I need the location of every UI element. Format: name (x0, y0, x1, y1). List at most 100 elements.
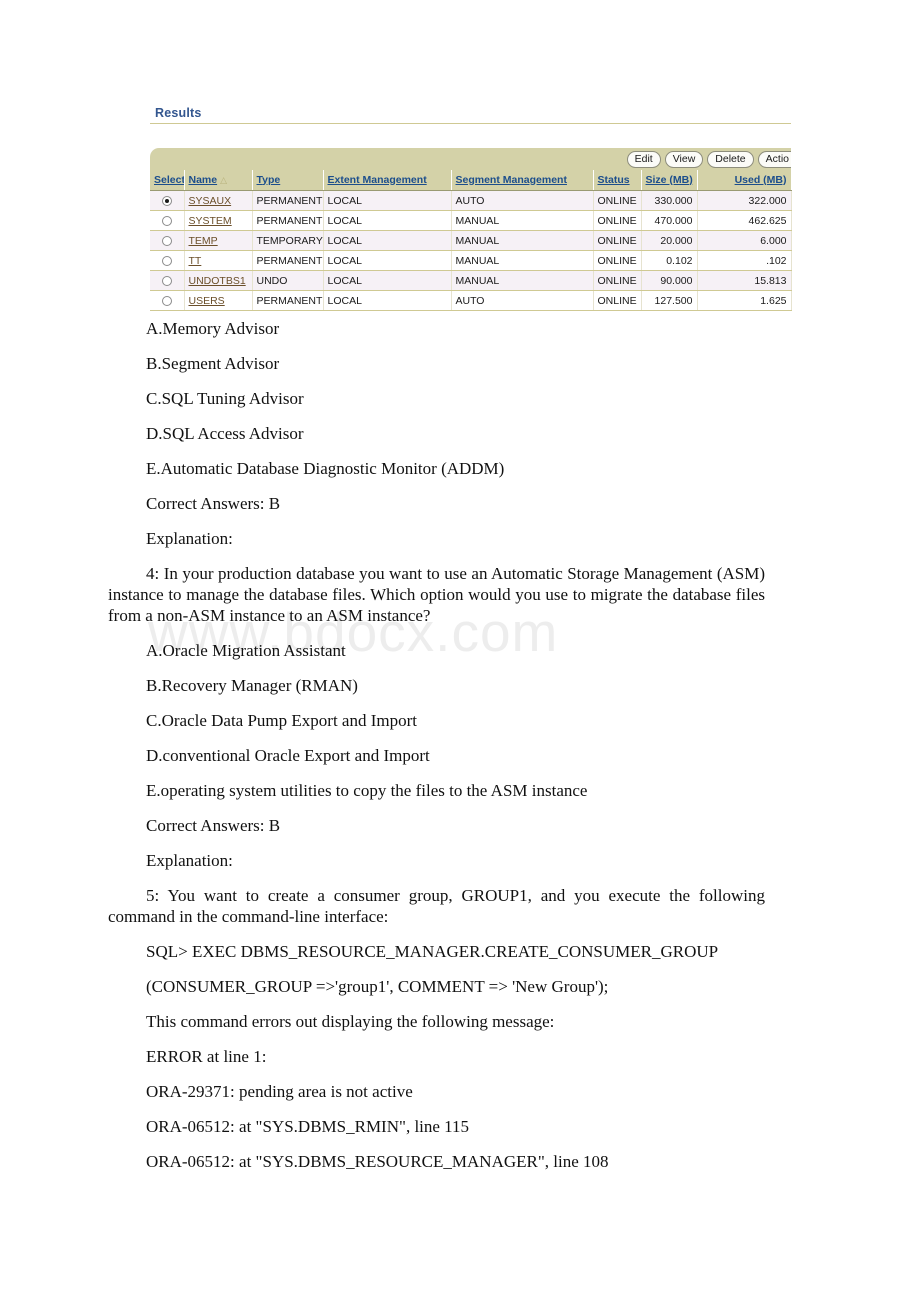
cell-status: ONLINE (593, 290, 642, 311)
q5-error-line-2: ORA-29371: pending area is not active (146, 1082, 413, 1101)
q3-correct-answers: Correct Answers: B (146, 494, 281, 513)
cell-type: UNDO (252, 270, 324, 291)
row-radio-button[interactable] (161, 255, 172, 266)
tablespace-link[interactable]: TT (189, 255, 202, 267)
q3-option-c: C.SQL Tuning Advisor (146, 389, 304, 408)
cell-type: TEMPORARY (252, 230, 324, 251)
cell-extent-management: LOCAL (323, 230, 452, 251)
cell-status: ONLINE (593, 230, 642, 251)
document-page: www.bdocx.com Results Edit View Delete A… (0, 0, 920, 1302)
table-row: SYSTEM PERMANENT LOCAL MANUAL ONLINE 470… (150, 210, 792, 231)
cell-segment-management: MANUAL (451, 270, 594, 291)
q5-sql-line-2: (CONSUMER_GROUP =>'group1', COMMENT => '… (146, 977, 609, 996)
tablespace-link[interactable]: SYSAUX (189, 195, 232, 207)
tablespaces-table-body: SYSAUX PERMANENT LOCAL AUTO ONLINE 330.0… (150, 190, 792, 311)
row-select-cell[interactable] (150, 250, 185, 271)
q3-option-b: B.Segment Advisor (146, 354, 280, 373)
cell-size-mb: 470.000 (641, 210, 698, 231)
cell-status: ONLINE (593, 210, 642, 231)
row-select-cell[interactable] (150, 230, 185, 251)
cell-status: ONLINE (593, 270, 642, 291)
q5-error-line-3: ORA-06512: at "SYS.DBMS_RMIN", line 115 (146, 1117, 470, 1136)
row-radio-button[interactable] (161, 295, 172, 306)
column-header-status[interactable]: Status (593, 170, 642, 191)
q3-option-a: A.Memory Advisor (146, 319, 280, 338)
tablespace-link[interactable]: SYSTEM (189, 215, 232, 227)
table-row: SYSAUX PERMANENT LOCAL AUTO ONLINE 330.0… (150, 190, 792, 211)
cell-segment-management: MANUAL (451, 230, 594, 251)
tablespace-link[interactable]: TEMP (189, 235, 218, 247)
cell-name: USERS (184, 290, 253, 311)
cell-name: TEMP (184, 230, 253, 251)
cell-size-mb: 0.102 (641, 250, 698, 271)
column-header-type[interactable]: Type (252, 170, 324, 191)
view-button[interactable]: View (664, 150, 704, 168)
cell-used-mb: .102 (697, 250, 792, 271)
cell-size-mb: 90.000 (641, 270, 698, 291)
cell-name: SYSTEM (184, 210, 253, 231)
table-row: TT PERMANENT LOCAL MANUAL ONLINE 0.102 .… (150, 250, 792, 271)
cell-size-mb: 330.000 (641, 190, 698, 211)
cell-extent-management: LOCAL (323, 250, 452, 271)
column-header-segment-management[interactable]: Segment Management (451, 170, 594, 191)
cell-used-mb: 462.625 (697, 210, 792, 231)
edit-button[interactable]: Edit (626, 150, 661, 168)
tablespace-link[interactable]: USERS (189, 295, 225, 307)
column-header-size-mb[interactable]: Size (MB) (641, 170, 698, 191)
cell-used-mb: 6.000 (697, 230, 792, 251)
column-header-extent-management[interactable]: Extent Management (323, 170, 452, 191)
column-header-select[interactable]: Select (150, 170, 185, 191)
cell-extent-management: LOCAL (323, 270, 452, 291)
column-header-name[interactable]: Name △ (184, 170, 253, 191)
row-radio-button[interactable] (161, 275, 172, 286)
q5-error-intro: This command errors out displaying the f… (146, 1012, 555, 1031)
cell-segment-management: MANUAL (451, 210, 594, 231)
cell-extent-management: LOCAL (323, 290, 452, 311)
tablespace-link[interactable]: UNDOTBS1 (189, 275, 246, 287)
q3-option-e: E.Automatic Database Diagnostic Monitor … (146, 459, 505, 478)
cell-type: PERMANENT (252, 250, 324, 271)
cell-used-mb: 15.813 (697, 270, 792, 291)
sort-ascending-icon[interactable]: △ (220, 175, 227, 186)
tablespaces-table: Select Name △ Type Extent Management Segm… (150, 170, 792, 311)
cell-status: ONLINE (593, 250, 642, 271)
table-header-row: Select Name △ Type Extent Management Segm… (150, 170, 792, 191)
oracle-em-results-screenshot: Results Edit View Delete Actio Select Na… (150, 106, 792, 311)
row-radio-button[interactable] (161, 195, 172, 206)
row-select-cell[interactable] (150, 210, 185, 231)
table-row: USERS PERMANENT LOCAL AUTO ONLINE 127.50… (150, 290, 792, 311)
q5-error-line-4: ORA-06512: at "SYS.DBMS_RESOURCE_MANAGER… (146, 1152, 609, 1171)
delete-button[interactable]: Delete (707, 150, 754, 168)
cell-segment-management: AUTO (451, 290, 594, 311)
cell-size-mb: 127.500 (641, 290, 698, 311)
cell-extent-management: LOCAL (323, 190, 452, 211)
q4-correct-answers: Correct Answers: B (146, 816, 281, 835)
actions-button[interactable]: Actio (757, 150, 791, 168)
cell-status: ONLINE (593, 190, 642, 211)
cell-type: PERMANENT (252, 290, 324, 311)
q4-option-c: C.Oracle Data Pump Export and Import (146, 711, 417, 730)
cell-name: UNDOTBS1 (184, 270, 253, 291)
table-toolbar: Edit View Delete Actio (150, 148, 791, 170)
q5-error-line-1: ERROR at line 1: (146, 1047, 267, 1066)
table-row: UNDOTBS1 UNDO LOCAL MANUAL ONLINE 90.000… (150, 270, 792, 291)
q4-explanation-label: Explanation: (146, 851, 233, 870)
tablespaces-table-container: Edit View Delete Actio Select Name △ Typ… (150, 148, 792, 311)
cell-used-mb: 322.000 (697, 190, 792, 211)
cell-type: PERMANENT (252, 190, 324, 211)
row-radio-button[interactable] (161, 235, 172, 246)
results-heading: Results (155, 106, 202, 120)
row-select-cell[interactable] (150, 270, 185, 291)
q4-option-a: A.Oracle Migration Assistant (146, 641, 346, 660)
row-select-cell[interactable] (150, 290, 185, 311)
cell-type: PERMANENT (252, 210, 324, 231)
cell-segment-management: AUTO (451, 190, 594, 211)
q3-explanation-label: Explanation: (146, 529, 233, 548)
row-select-cell[interactable] (150, 190, 185, 211)
q4-option-d: D.conventional Oracle Export and Import (146, 746, 430, 765)
table-row: TEMP TEMPORARY LOCAL MANUAL ONLINE 20.00… (150, 230, 792, 251)
q4-question-stem: 4: In your production database you want … (108, 564, 765, 625)
results-heading-rule (150, 123, 791, 124)
row-radio-button[interactable] (161, 215, 172, 226)
column-header-used-mb[interactable]: Used (MB) (697, 170, 792, 191)
